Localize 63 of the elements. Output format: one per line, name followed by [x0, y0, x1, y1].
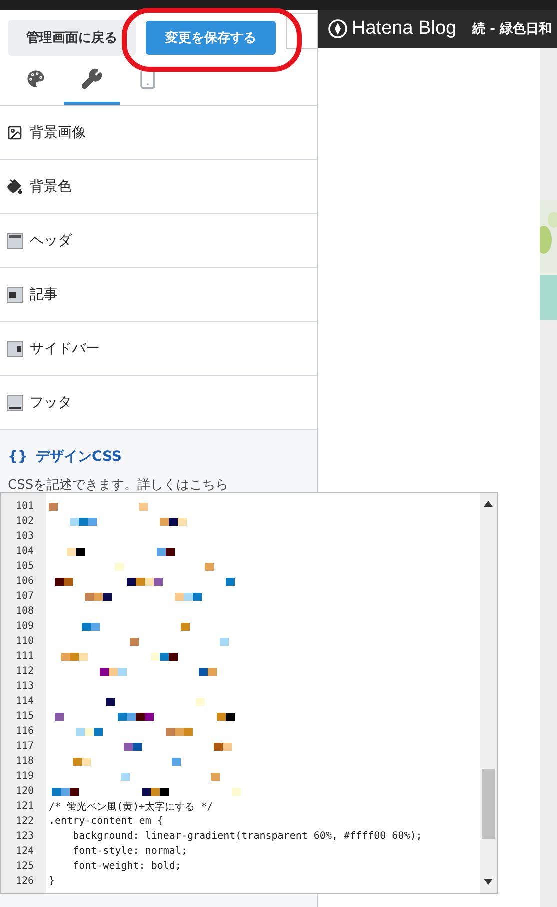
line-number: 106	[14, 575, 35, 589]
line-number: 118	[14, 755, 35, 769]
menu-item-label: 記事	[30, 286, 58, 304]
code-line: }	[49, 876, 56, 887]
line-number: 107	[14, 590, 35, 604]
scroll-up-icon[interactable]	[484, 501, 493, 507]
line-number: 119	[14, 770, 35, 784]
menu-item[interactable]: 記事	[0, 268, 317, 322]
menu-item[interactable]: 背景画像	[0, 106, 317, 160]
line-number: 120	[14, 785, 35, 799]
menu-item-label: ヘッダ	[30, 232, 72, 250]
wrench-icon	[81, 68, 103, 90]
scroll-thumb[interactable]	[482, 769, 495, 839]
line-number: 111	[14, 650, 35, 664]
code-line: font-style: normal;	[72, 846, 188, 857]
line-number: 104	[14, 545, 35, 559]
line-number: 123	[14, 830, 35, 844]
menu-item-label: 背景画像	[30, 124, 86, 142]
image-icon	[7, 124, 23, 140]
menu-item[interactable]: ヘッダ	[0, 214, 317, 268]
logo: Hatena Blog	[328, 18, 457, 40]
code-line: .entry-content em {	[49, 816, 164, 827]
blog-title: 続 - 緑色日和	[472, 21, 552, 38]
line-number: 108	[14, 605, 35, 619]
scrollbar[interactable]	[480, 493, 497, 893]
line-number: 110	[14, 635, 35, 649]
line-number: 115	[14, 710, 35, 724]
menu-item-label: フッタ	[30, 394, 72, 412]
line-number: 116	[14, 725, 35, 739]
line-number: 114	[14, 695, 35, 709]
layout-icon	[7, 232, 23, 248]
code-line: /* 蛍光ペン風(黄)+太字にする */	[49, 800, 214, 814]
layout-icon	[7, 340, 23, 356]
line-number: 124	[14, 845, 35, 859]
description: CSSを記述できます。詳しくはこちら	[8, 477, 230, 494]
scroll-down-icon[interactable]	[484, 879, 493, 885]
code-line: font-weight: bold;	[72, 861, 182, 872]
line-number: 122	[14, 815, 35, 829]
menu-item[interactable]: 背景色	[0, 160, 317, 214]
line-number: 103	[14, 530, 35, 544]
menu-item-label: 背景色	[30, 178, 72, 196]
layout-icon	[7, 286, 23, 302]
palette-icon	[25, 68, 47, 90]
line-number: 105	[14, 560, 35, 574]
section-title: デザインCSS	[36, 448, 122, 466]
braces-icon: {}	[8, 449, 28, 465]
wrench-tab[interactable]	[64, 68, 120, 105]
line-number: 125	[14, 860, 35, 874]
line-number: 113	[14, 680, 35, 694]
line-number: 102	[14, 515, 35, 529]
paint-bucket-icon	[7, 178, 23, 194]
line-number: 109	[14, 620, 35, 634]
line-number: 112	[14, 665, 35, 679]
code-line: background: linear-gradient(transparent 60%, #ffff00 60%);	[72, 831, 422, 842]
menu-item[interactable]: サイドバー	[0, 322, 317, 376]
back-button[interactable]: 管理画面に戻る	[8, 20, 136, 56]
layout-icon	[7, 394, 23, 410]
menu-item-label: サイドバー	[30, 340, 100, 358]
line-number: 117	[14, 740, 35, 754]
code-editor[interactable]	[0, 492, 498, 894]
line-number: 121	[14, 800, 35, 814]
line-number: 101	[14, 500, 35, 514]
line-number: 126	[14, 875, 35, 889]
